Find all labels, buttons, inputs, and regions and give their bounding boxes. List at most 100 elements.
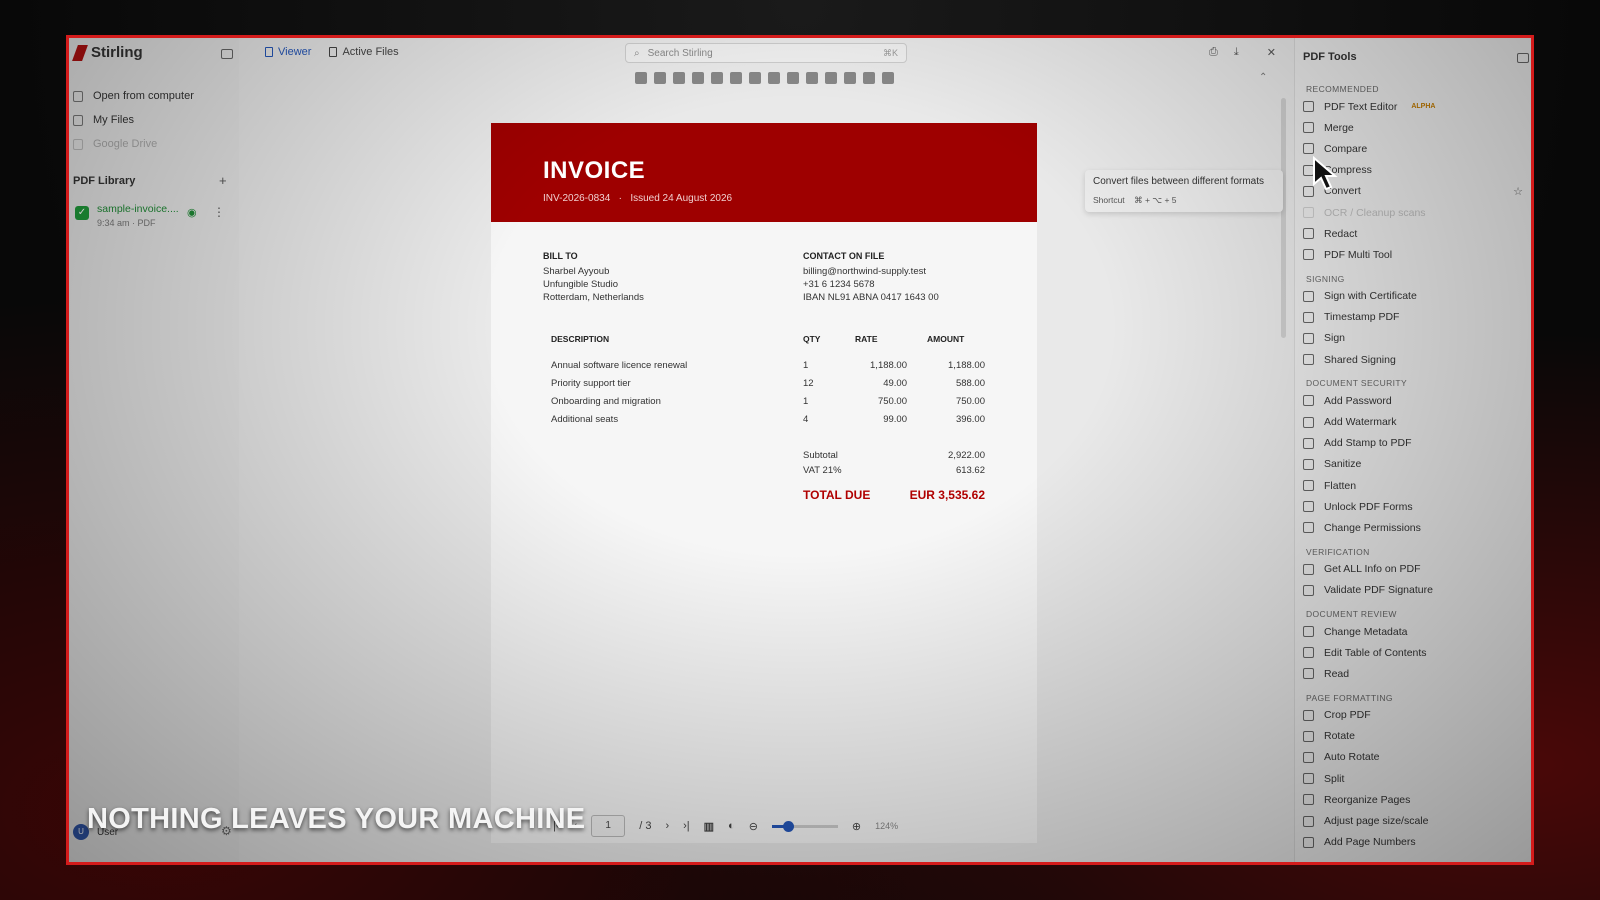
- download-icon[interactable]: ⤓: [1234, 46, 1239, 59]
- more-vertical-icon[interactable]: ⋮: [213, 205, 225, 219]
- tab-active-files[interactable]: Active Files: [329, 46, 399, 58]
- tool-icon: [1303, 751, 1314, 763]
- nav-google-drive[interactable]: Google Drive: [73, 132, 233, 156]
- sign-icon[interactable]: [844, 72, 856, 84]
- add-file-icon[interactable]: +: [219, 173, 227, 188]
- search-input[interactable]: ⌕ Search Stirling ⌘K: [625, 43, 907, 63]
- list-icon[interactable]: [730, 72, 742, 84]
- zoom-slider-handle[interactable]: [783, 820, 795, 832]
- column-header: RATE: [855, 334, 878, 344]
- tool-label: Auto Rotate: [1324, 751, 1380, 764]
- tool-item[interactable]: Add Watermark: [1303, 411, 1523, 432]
- select-icon[interactable]: [635, 72, 647, 84]
- dark-mode-icon[interactable]: ◐: [728, 820, 735, 832]
- tool-item[interactable]: OCR / Cleanup scans: [1303, 202, 1523, 223]
- nav-open-from-computer[interactable]: Open from computer: [73, 84, 233, 108]
- tool-item[interactable]: Auto Rotate: [1303, 747, 1523, 768]
- nav-my-files[interactable]: My Files: [73, 108, 233, 132]
- line-items-table: DESCRIPTION QTY RATE AMOUNT Annual softw…: [551, 334, 987, 432]
- library-file-item[interactable]: ✓ sample-invoice.... 9:34 am · PDF ◉ ⋮: [75, 203, 235, 233]
- link-icon[interactable]: [768, 72, 780, 84]
- star-icon[interactable]: ☆: [1513, 185, 1523, 198]
- tool-label: Adjust page size/scale: [1324, 815, 1429, 828]
- rotate-right-icon[interactable]: [711, 72, 723, 84]
- chevron-up-icon[interactable]: ⌃: [1259, 72, 1267, 83]
- tool-icon: [1303, 773, 1314, 785]
- tool-item[interactable]: Read: [1303, 663, 1523, 684]
- page-navigation: |‹ ‹ 1 / 3 › ›| ▥ ◐ ⊖ ⊕ 124%: [553, 814, 898, 838]
- tool-item[interactable]: Add Stamp to PDF: [1303, 433, 1523, 454]
- next-page-icon[interactable]: ›: [665, 820, 669, 832]
- contact-line: +31 6 1234 5678: [803, 279, 875, 290]
- zoom-in-icon[interactable]: ⊕: [852, 820, 861, 833]
- close-icon[interactable]: ✕: [1267, 46, 1276, 59]
- tab-viewer[interactable]: Viewer: [265, 46, 311, 58]
- print-icon[interactable]: ⎙: [1209, 46, 1218, 59]
- zoom-out-icon[interactable]: ⊖: [749, 820, 758, 833]
- separator: ·: [618, 193, 622, 204]
- last-page-icon[interactable]: ›|: [683, 820, 690, 832]
- tool-item[interactable]: Get ALL Info on PDF: [1303, 559, 1523, 580]
- text-icon[interactable]: [882, 72, 894, 84]
- panel-toggle-icon[interactable]: [1517, 53, 1529, 63]
- tool-item[interactable]: Add Page Numbers: [1303, 832, 1523, 853]
- subtotal-row: Subtotal 2,922.00: [803, 450, 985, 465]
- tool-label: Rotate: [1324, 730, 1355, 743]
- tool-label: Shared Signing: [1324, 353, 1396, 366]
- tool-item[interactable]: Merge: [1303, 117, 1523, 138]
- tool-item[interactable]: Validate PDF Signature: [1303, 580, 1523, 601]
- hand-icon[interactable]: [654, 72, 666, 84]
- tool-item[interactable]: Adjust page size/scale: [1303, 810, 1523, 831]
- tool-icon: [1303, 668, 1314, 680]
- tool-item[interactable]: Crop PDF: [1303, 705, 1523, 726]
- left-sidebar: Stirling Open from computer My Files Goo…: [69, 38, 239, 862]
- tool-item[interactable]: Change Metadata: [1303, 621, 1523, 642]
- tool-item[interactable]: Reorganize Pages: [1303, 789, 1523, 810]
- tool-item[interactable]: Rotate: [1303, 726, 1523, 747]
- tool-label: Timestamp PDF: [1324, 311, 1400, 324]
- brand[interactable]: Stirling: [72, 44, 143, 61]
- zoom-slider[interactable]: [771, 820, 838, 832]
- tool-item[interactable]: Add Password: [1303, 390, 1523, 411]
- tool-item[interactable]: Change Permissions: [1303, 517, 1523, 538]
- eye-icon[interactable]: [863, 72, 875, 84]
- tool-item[interactable]: Sign: [1303, 328, 1523, 349]
- comment-icon[interactable]: [787, 72, 799, 84]
- pen-icon[interactable]: [825, 72, 837, 84]
- tool-item[interactable]: PDF Multi Tool: [1303, 244, 1523, 265]
- tool-label: Redact: [1324, 227, 1358, 240]
- audio-icon[interactable]: [806, 72, 818, 84]
- tool-item[interactable]: Sanitize: [1303, 454, 1523, 475]
- tool-item[interactable]: Unlock PDF Forms: [1303, 496, 1523, 517]
- tool-label: Change Permissions: [1324, 521, 1421, 534]
- sidebar-toggle-icon[interactable]: [221, 49, 233, 59]
- tool-item[interactable]: Edit Table of Contents: [1303, 642, 1523, 663]
- columns-icon[interactable]: ▥: [704, 820, 714, 833]
- tool-item[interactable]: PDF Text Editor ALPHA: [1303, 96, 1523, 117]
- tool-item[interactable]: Redact: [1303, 223, 1523, 244]
- checkbox-checked-icon[interactable]: ✓: [75, 206, 89, 220]
- rotate-left-icon[interactable]: [692, 72, 704, 84]
- tool-item[interactable]: Sign with Certificate: [1303, 286, 1523, 307]
- eye-icon[interactable]: ◉: [187, 206, 197, 219]
- tool-icon: [1303, 730, 1314, 742]
- tool-item[interactable]: Split: [1303, 768, 1523, 789]
- bookmark-icon[interactable]: [749, 72, 761, 84]
- tool-label: Change Metadata: [1324, 625, 1408, 638]
- page-number-input[interactable]: 1: [591, 815, 626, 837]
- tool-item[interactable]: Flatten: [1303, 475, 1523, 496]
- table-row: Additional seats 4 99.00 396.00: [551, 414, 987, 432]
- subtotal-value: 2,922.00: [948, 450, 985, 461]
- tool-icon: [1303, 228, 1314, 240]
- tool-icon: [1303, 501, 1314, 513]
- tool-item[interactable]: Timestamp PDF: [1303, 307, 1523, 328]
- tool-label: Flatten: [1324, 479, 1357, 492]
- tools-section-heading: DOCUMENT SECURITY: [1306, 378, 1408, 389]
- tool-icon: [1303, 416, 1314, 428]
- tool-tooltip: Convert files between different formats …: [1085, 170, 1283, 212]
- tool-icon: [1303, 207, 1314, 219]
- page-total: / 3: [639, 820, 652, 832]
- tool-item[interactable]: Shared Signing: [1303, 349, 1523, 370]
- ruler-icon[interactable]: [673, 72, 685, 84]
- file-meta: 9:34 am · PDF: [97, 218, 156, 228]
